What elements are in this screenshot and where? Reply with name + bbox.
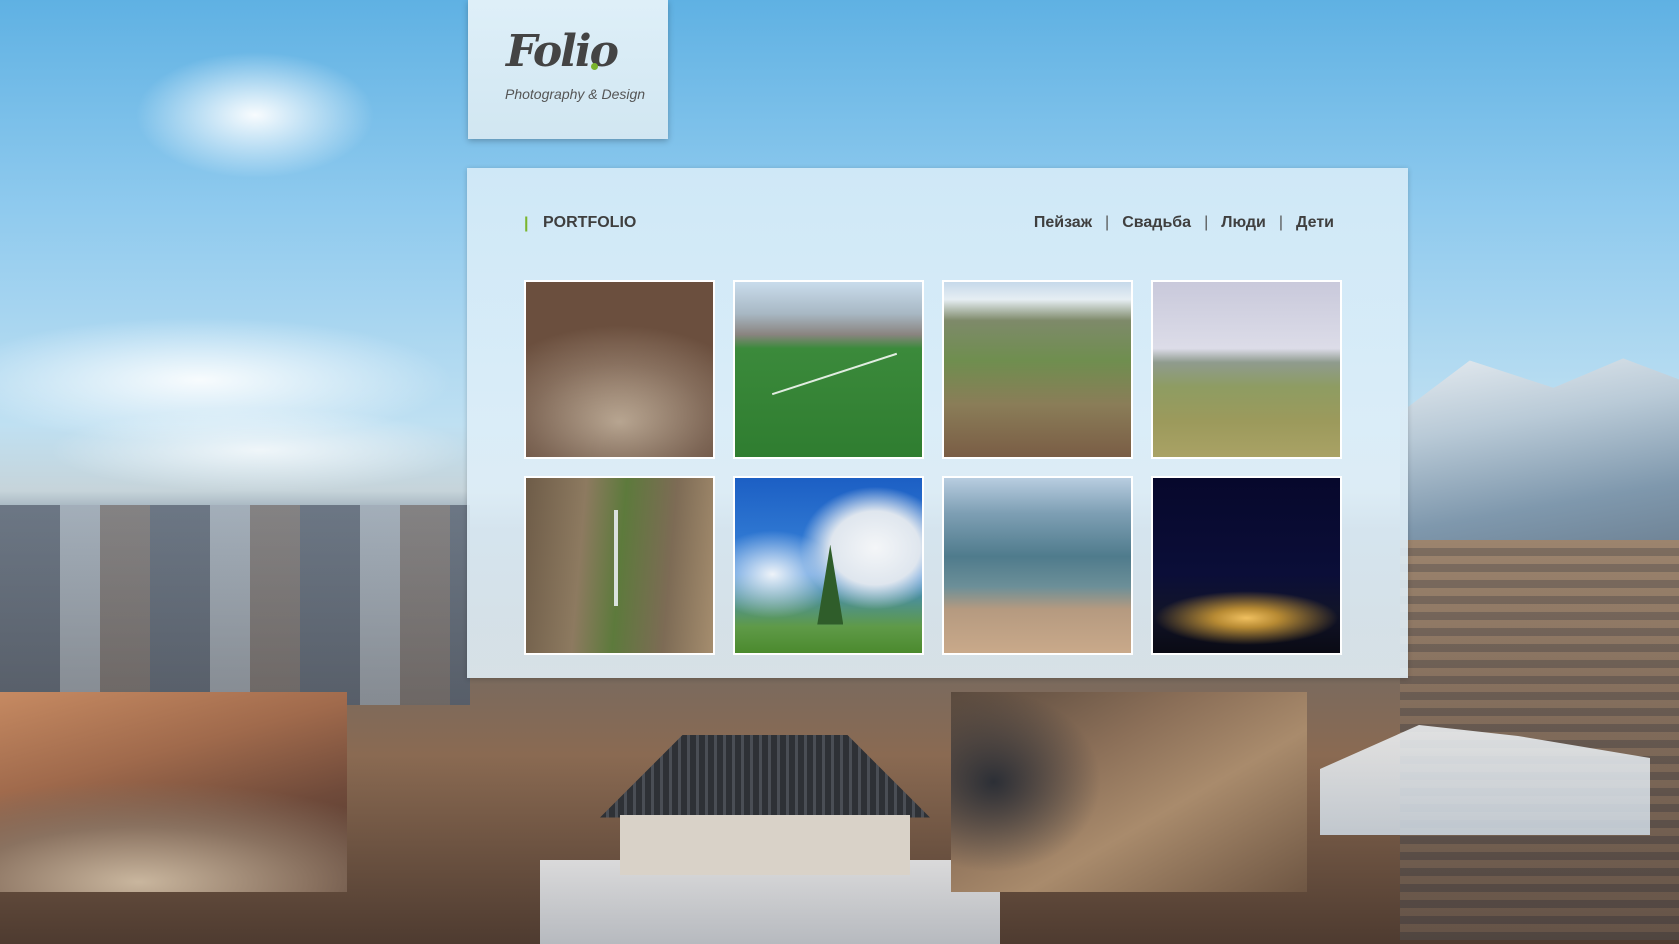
nav-item-wedding[interactable]: Свадьба — [1122, 214, 1191, 232]
background-mountains — [1400, 358, 1679, 560]
logo-card[interactable]: Folio Photography & Design — [468, 0, 668, 139]
nav-item-landscape[interactable]: Пейзаж — [1034, 214, 1092, 232]
thumbnail-football-field[interactable] — [733, 280, 924, 459]
thumbnail-plains[interactable] — [1151, 280, 1342, 459]
logo-dot — [591, 63, 598, 70]
background-photo-village — [0, 692, 347, 892]
nav-item-children[interactable]: Дети — [1296, 214, 1334, 232]
thumbnail-green-valley[interactable] — [942, 280, 1133, 459]
nav-separator: | — [1105, 214, 1110, 231]
background-village-left — [0, 505, 470, 705]
section-accent-bar: | — [524, 215, 529, 232]
logo-tagline: Photography & Design — [505, 86, 646, 102]
thumbnail-city-night[interactable] — [1151, 476, 1342, 655]
background-photo-man-on-rocks — [951, 692, 1307, 892]
nav-item-people[interactable]: Люди — [1221, 214, 1266, 232]
background-house-wall — [620, 815, 910, 875]
section-title: PORTFOLIO — [543, 214, 637, 231]
nav-separator: | — [1278, 214, 1284, 231]
portfolio-panel: | PORTFOLIO Пейзаж | Свадьба | Люди | Де… — [467, 168, 1408, 678]
thumbnail-tree-sky[interactable] — [733, 476, 924, 655]
thumbnail-canyon-waterfall[interactable] — [524, 476, 715, 655]
nav-separator: | — [1204, 214, 1209, 231]
thumbnail-mountain-village[interactable] — [524, 280, 715, 459]
logo[interactable]: Folio — [506, 26, 619, 77]
category-nav: Пейзаж | Свадьба | Люди | Дети — [1034, 214, 1334, 232]
thumbnail-cliff-overlook[interactable] — [942, 476, 1133, 655]
